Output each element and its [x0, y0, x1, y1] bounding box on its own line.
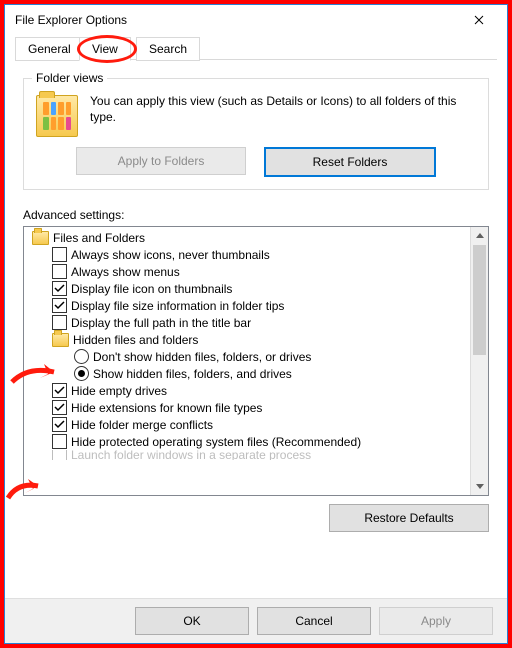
annotated-frame: File Explorer Options General View Searc… [0, 0, 512, 648]
window-title: File Explorer Options [15, 13, 127, 27]
folder-icon [52, 333, 69, 347]
tab-search[interactable]: Search [136, 37, 200, 61]
close-icon [474, 15, 484, 25]
tree-label: Display file icon on thumbnails [71, 282, 232, 296]
tree-root-files-and-folders[interactable]: Files and Folders [28, 229, 468, 246]
checkbox-icon[interactable] [52, 383, 67, 398]
tab-strip: General View Search [15, 37, 497, 60]
advanced-settings-label: Advanced settings: [23, 208, 489, 222]
ok-button[interactable]: OK [135, 607, 249, 635]
tree-item-hide-empty-drives[interactable]: Hide empty drives [28, 382, 468, 399]
folder-views-group: Folder views You can apply this view (su… [23, 78, 489, 190]
vertical-scrollbar[interactable] [470, 227, 488, 495]
tree-label: Always show menus [71, 265, 180, 279]
checkbox-icon[interactable] [52, 298, 67, 313]
tree-label: Hidden files and folders [73, 333, 198, 347]
folder-views-icon [36, 95, 78, 137]
dialog-window: File Explorer Options General View Searc… [4, 4, 508, 644]
tree-item-show-hidden[interactable]: Show hidden files, folders, and drives [28, 365, 468, 382]
cancel-button[interactable]: Cancel [257, 607, 371, 635]
checkbox-icon[interactable] [52, 281, 67, 296]
tree-label: Launch folder windows in a separate proc… [71, 450, 311, 460]
tab-view[interactable]: View [79, 37, 131, 61]
tree-item-launch-separate-process[interactable]: Launch folder windows in a separate proc… [28, 450, 468, 460]
checkbox-icon[interactable] [52, 264, 67, 279]
tree-label: Display the full path in the title bar [71, 316, 251, 330]
titlebar: File Explorer Options [5, 5, 507, 35]
tree-label: Hide empty drives [71, 384, 167, 398]
checkbox-icon[interactable] [52, 315, 67, 330]
tree-item-dont-show-hidden[interactable]: Don't show hidden files, folders, or dri… [28, 348, 468, 365]
tree-viewport: Files and Folders Always show icons, nev… [24, 227, 470, 495]
tab-general[interactable]: General [15, 37, 84, 61]
tree-item-always-show-icons[interactable]: Always show icons, never thumbnails [28, 246, 468, 263]
radio-icon[interactable] [74, 366, 89, 381]
tree-item-display-file-size[interactable]: Display file size information in folder … [28, 297, 468, 314]
checkbox-icon[interactable] [52, 434, 67, 449]
tab-content: Folder views You can apply this view (su… [5, 60, 507, 538]
restore-defaults-button[interactable]: Restore Defaults [329, 504, 489, 532]
tree-label: Hide folder merge conflicts [71, 418, 213, 432]
advanced-settings-tree[interactable]: Files and Folders Always show icons, nev… [23, 226, 489, 496]
checkbox-icon[interactable] [52, 400, 67, 415]
dialog-button-bar: OK Cancel Apply [5, 598, 507, 643]
tree-item-hide-protected-os-files[interactable]: Hide protected operating system files (R… [28, 433, 468, 450]
tree-label: Show hidden files, folders, and drives [93, 367, 292, 381]
apply-button: Apply [379, 607, 493, 635]
folder-views-text: You can apply this view (such as Details… [90, 93, 478, 125]
tree-label: Display file size information in folder … [71, 299, 284, 313]
scroll-down-icon[interactable] [471, 478, 488, 495]
tree-label: Don't show hidden files, folders, or dri… [93, 350, 311, 364]
tree-item-always-show-menus[interactable]: Always show menus [28, 263, 468, 280]
tree-item-display-file-icon[interactable]: Display file icon on thumbnails [28, 280, 468, 297]
apply-to-folders-button: Apply to Folders [76, 147, 246, 175]
tree-label: Hide extensions for known file types [71, 401, 262, 415]
checkbox-icon[interactable] [52, 450, 67, 460]
close-button[interactable] [459, 6, 499, 34]
tree-item-hide-extensions[interactable]: Hide extensions for known file types [28, 399, 468, 416]
reset-folders-button[interactable]: Reset Folders [264, 147, 436, 177]
checkbox-icon[interactable] [52, 417, 67, 432]
tree-label: Files and Folders [53, 231, 145, 245]
scroll-thumb[interactable] [473, 245, 486, 355]
tree-group-hidden-files[interactable]: Hidden files and folders [28, 331, 468, 348]
radio-icon[interactable] [74, 349, 89, 364]
tree-item-display-full-path[interactable]: Display the full path in the title bar [28, 314, 468, 331]
tree-label: Hide protected operating system files (R… [71, 435, 361, 449]
checkbox-icon[interactable] [52, 247, 67, 262]
scroll-up-icon[interactable] [471, 227, 488, 244]
folder-views-legend: Folder views [32, 71, 107, 85]
tree-label: Always show icons, never thumbnails [71, 248, 270, 262]
folder-icon [32, 231, 49, 245]
tree-item-hide-merge-conflicts[interactable]: Hide folder merge conflicts [28, 416, 468, 433]
